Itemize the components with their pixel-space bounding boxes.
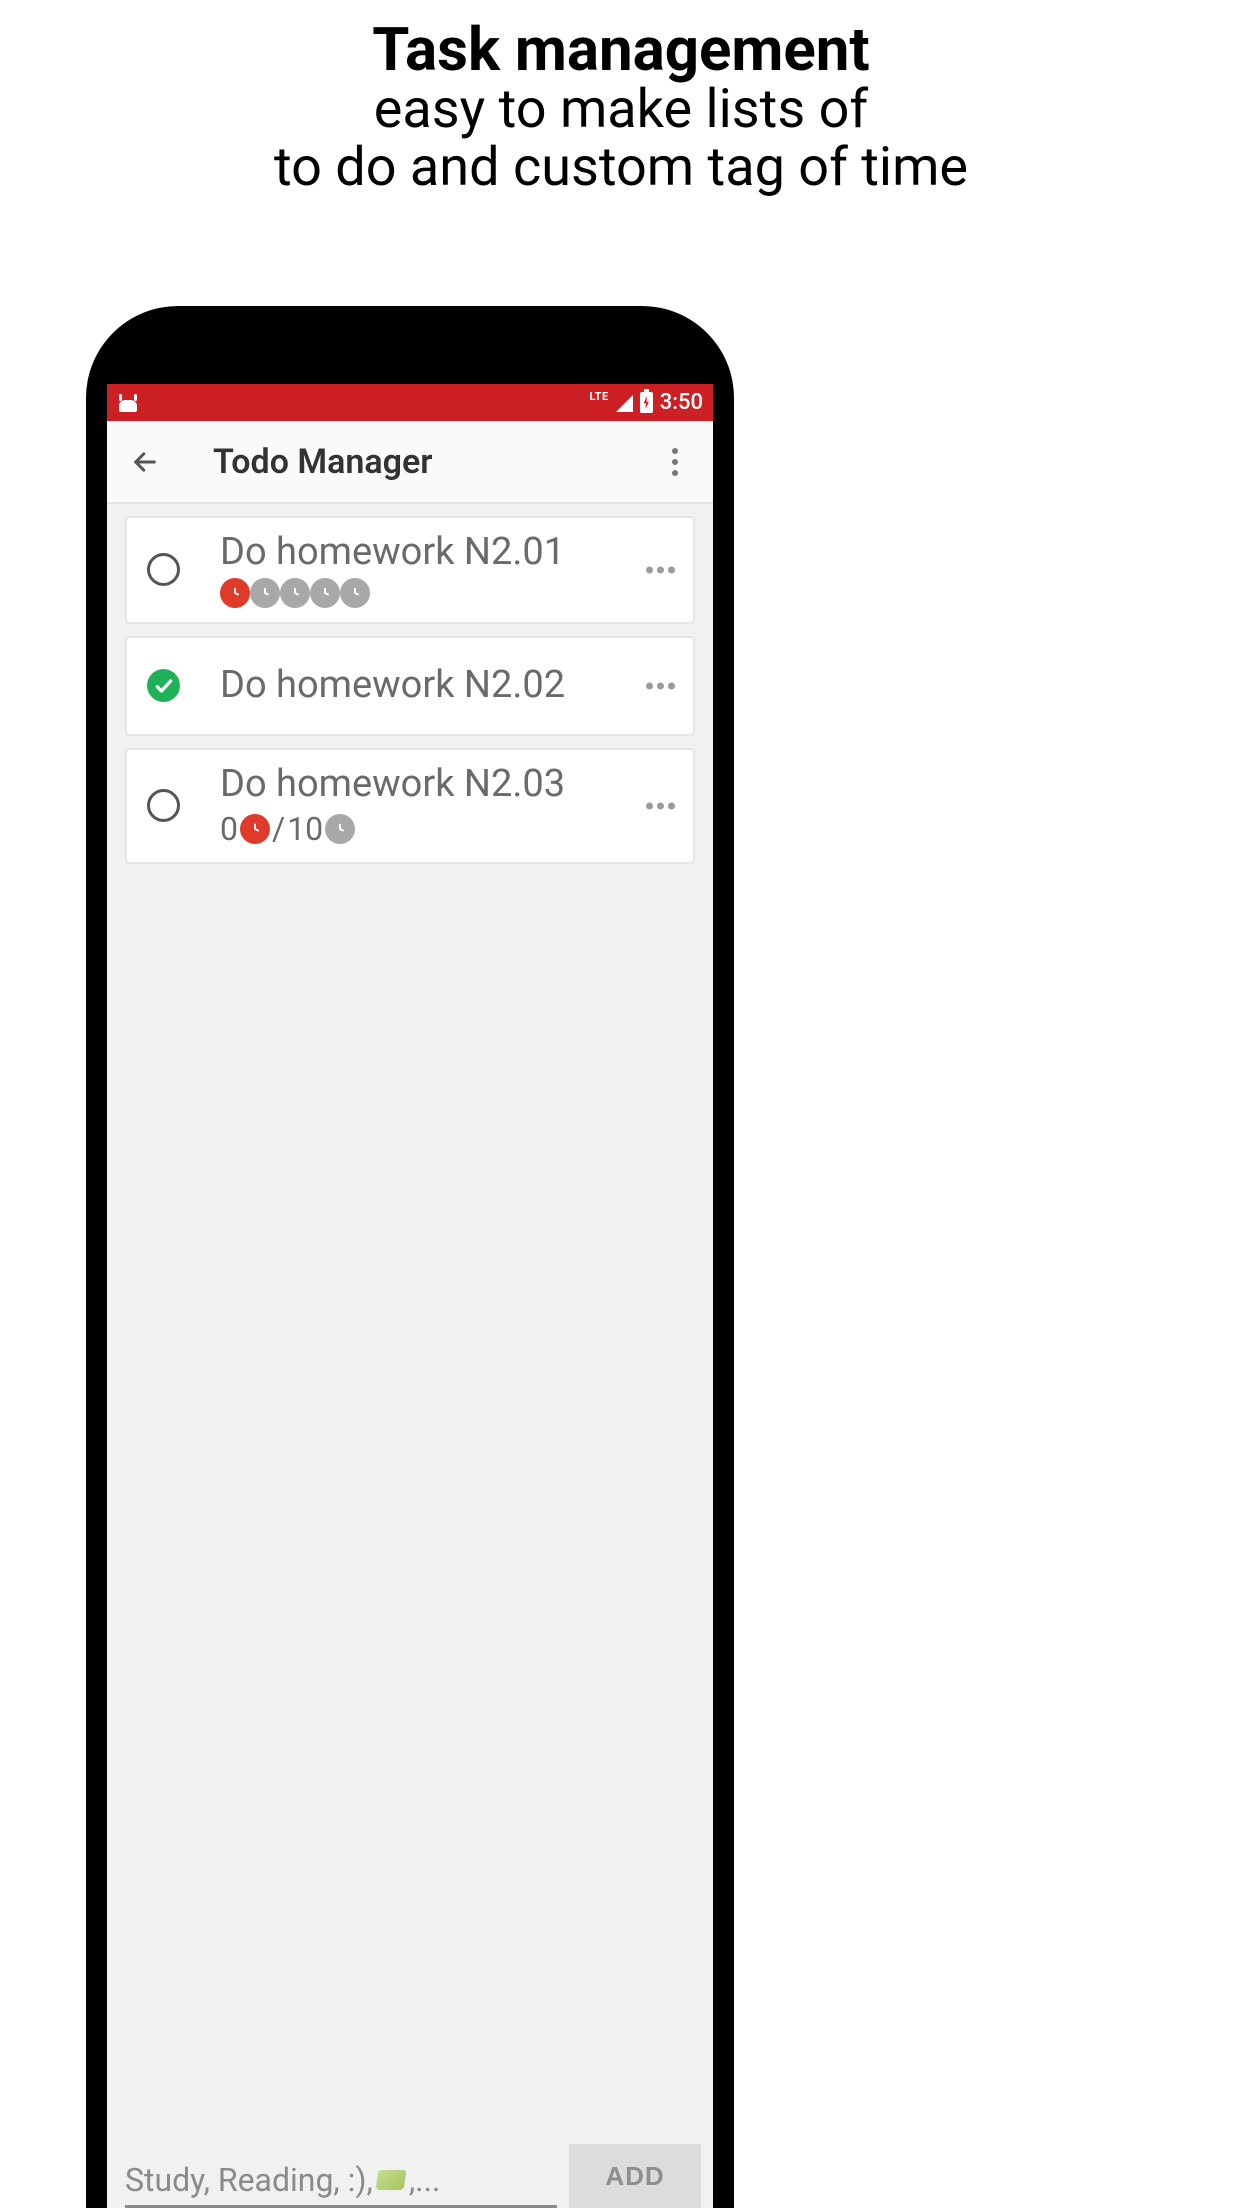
clock-icon [340, 578, 370, 608]
todo-list: Do homework N2.01 Do homework N2.02 Do hom… [107, 516, 713, 864]
task-input-wrap[interactable]: Study, Reading, :), ,... [125, 2161, 557, 2208]
add-button[interactable]: ADD [569, 2144, 701, 2208]
clock-icon [220, 578, 250, 608]
book-icon [375, 2170, 406, 2190]
promo-sub-1: easy to make lists of [0, 81, 1242, 139]
promo-sub-2: to do and custom tag of time [0, 139, 1242, 197]
todo-checkbox[interactable] [147, 669, 180, 702]
clock-icon [280, 578, 310, 608]
time-tag-row: 0/10 [220, 810, 677, 848]
page-title: Todo Manager [213, 442, 433, 482]
back-button[interactable] [125, 442, 165, 482]
todo-body: Do homework N2.01 [220, 532, 677, 608]
todo-checkbox[interactable] [147, 553, 180, 586]
item-menu-button[interactable] [646, 802, 675, 809]
add-task-bar: Study, Reading, :), ,... ADD [125, 2136, 701, 2208]
todo-title: Do homework N2.01 [220, 532, 677, 574]
item-menu-button[interactable] [646, 682, 675, 689]
network-indicator: LTE [589, 390, 608, 403]
time-tag-row [220, 578, 677, 608]
clock-time: 3:50 [660, 390, 703, 415]
todo-item[interactable]: Do homework N2.02 [125, 636, 695, 736]
overflow-menu-button[interactable] [655, 442, 695, 482]
battery-icon [640, 392, 653, 413]
item-menu-button[interactable] [646, 566, 675, 573]
time-total-count: 10 [287, 810, 323, 848]
screen: LTE 3:50 Todo Manager Do homework N2.01D… [107, 384, 713, 2208]
android-icon [117, 394, 139, 412]
clock-icon [250, 578, 280, 608]
device-frame: LTE 3:50 Todo Manager Do homework N2.01D… [86, 306, 734, 2208]
time-done-count: 0 [220, 810, 238, 848]
todo-title: Do homework N2.02 [220, 665, 677, 707]
todo-body: Do homework N2.02 [220, 665, 677, 707]
todo-item[interactable]: Do homework N2.01 [125, 516, 695, 624]
todo-checkbox[interactable] [147, 789, 180, 822]
app-bar: Todo Manager [107, 421, 713, 504]
todo-item[interactable]: Do homework N2.03 0/10 [125, 748, 695, 864]
todo-title: Do homework N2.03 [220, 764, 677, 806]
status-bar: LTE 3:50 [107, 384, 713, 421]
promo-title: Task management [0, 18, 1242, 81]
signal-icon [616, 395, 633, 412]
clock-icon [240, 814, 270, 844]
clock-icon [310, 578, 340, 608]
clock-icon [325, 814, 355, 844]
todo-body: Do homework N2.03 0/10 [220, 764, 677, 848]
promo-header: Task management easy to make lists of to… [0, 0, 1242, 198]
task-input-placeholder: Study, Reading, :), ,... [125, 2161, 557, 2199]
